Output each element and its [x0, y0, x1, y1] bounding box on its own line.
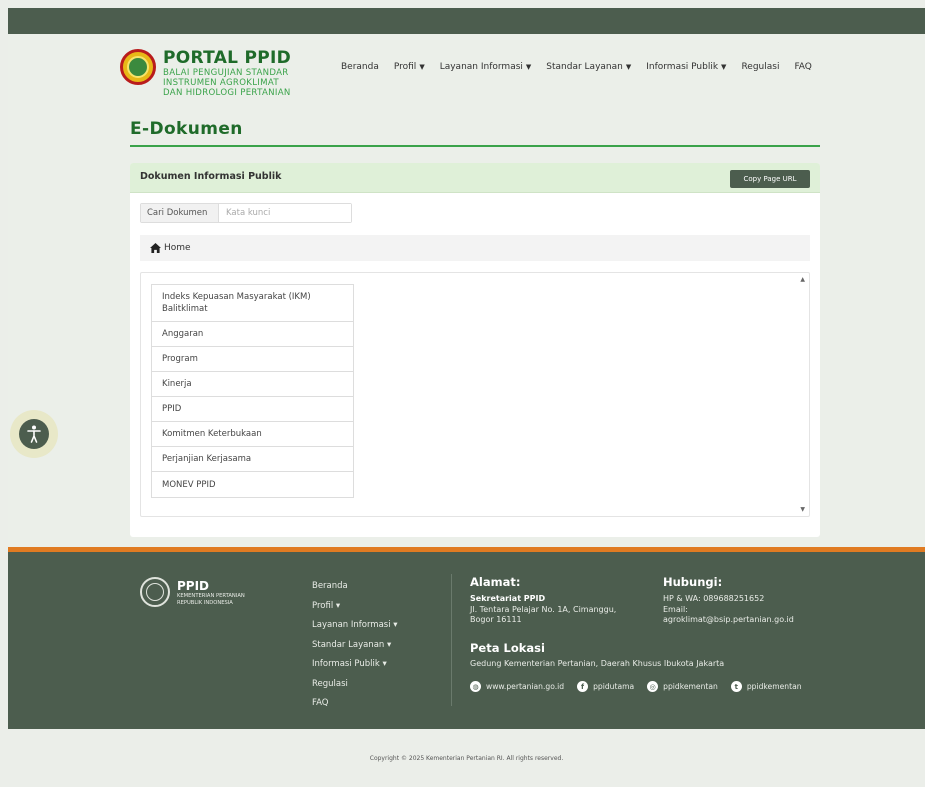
- folder-item-kinerja[interactable]: Kinerja: [152, 372, 353, 397]
- nav-item-layanan-informasi[interactable]: Layanan Informasi ▼: [440, 62, 532, 76]
- nav-label: Regulasi: [741, 62, 780, 72]
- scroll-down-arrow-icon[interactable]: ▼: [800, 506, 805, 513]
- search-input[interactable]: [219, 204, 351, 222]
- nav-label: Layanan Informasi: [439, 62, 523, 72]
- search-label: Cari Dokumen: [141, 204, 219, 222]
- social-link-facebook[interactable]: f ppidutama: [577, 681, 634, 692]
- logo-inner: [127, 56, 149, 78]
- page-title: E-Dokumen: [130, 119, 243, 139]
- document-folder-list: Indeks Kepuasan Masyarakat (IKM) Balitkl…: [151, 284, 354, 498]
- footer-nav-faq[interactable]: FAQ: [312, 694, 398, 714]
- footer-nav-layanan-informasi[interactable]: Layanan Informasi ▾: [312, 616, 398, 636]
- folder-item-ikm[interactable]: Indeks Kepuasan Masyarakat (IKM) Balitkl…: [152, 285, 353, 322]
- accessibility-inner: [19, 419, 49, 449]
- nav-item-faq[interactable]: FAQ: [794, 62, 811, 76]
- brand-sub-line-3: DAN HIDROLOGI PERTANIAN: [163, 88, 291, 98]
- alamat-org: Sekretariat PPID: [470, 594, 546, 603]
- peta-lokasi-heading: Peta Lokasi: [470, 641, 545, 655]
- facebook-icon: f: [577, 681, 589, 692]
- nav-item-standar-layanan[interactable]: Standar Layanan ▼: [546, 62, 631, 76]
- title-underline: [130, 145, 820, 147]
- footer-nav-standar-layanan[interactable]: Standar Layanan ▾: [312, 636, 398, 656]
- hubungi-email-label: Email:: [663, 604, 688, 614]
- document-card: Dokumen Informasi Publik Copy Page URL C…: [130, 163, 820, 537]
- card-title: Dokumen Informasi Publik: [140, 171, 282, 182]
- alamat-line-1: Jl. Tentara Pelajar No. 1A, Cimanggu,: [470, 604, 617, 614]
- footer-brand-sub-2: REPUBLIK INDONESIA: [177, 599, 233, 606]
- alamat-line-2: Bogor 16111: [470, 615, 522, 624]
- folder-item-program[interactable]: Program: [152, 347, 353, 372]
- footer-nav: Beranda Profil ▾ Layanan Informasi ▾ Sta…: [312, 577, 398, 714]
- site-footer: PPID KEMENTERIAN PERTANIAN REPUBLIK INDO…: [8, 552, 925, 729]
- social-link-twitter[interactable]: t ppidkementan: [730, 681, 802, 692]
- caret-down-icon: ▼: [419, 63, 425, 71]
- breadcrumb-home-link[interactable]: Home: [164, 243, 191, 253]
- nav-item-informasi-publik[interactable]: Informasi Publik ▼: [646, 62, 726, 76]
- nav-label: Beranda: [341, 62, 379, 72]
- footer-nav-regulasi[interactable]: Regulasi: [312, 675, 398, 695]
- nav-label: Standar Layanan: [546, 62, 623, 72]
- folder-item-monev-ppid[interactable]: MONEV PPID: [152, 472, 353, 497]
- brand-subtitle: BALAI PENGUJIAN STANDAR INSTRUMEN AGROKL…: [163, 68, 343, 98]
- social-label: www.pertanian.go.id: [486, 682, 565, 691]
- alamat-text: Sekretariat PPID Jl. Tentara Pelajar No.…: [470, 594, 616, 626]
- footer-nav-informasi-publik[interactable]: Informasi Publik ▾: [312, 655, 398, 675]
- hubungi-phone: HP & WA: 089688251652: [663, 594, 765, 603]
- brand-sub-line-1: BALAI PENGUJIAN STANDAR: [163, 68, 289, 78]
- globe-icon: ◍: [470, 681, 481, 692]
- copy-page-url-button[interactable]: Copy Page URL: [730, 170, 810, 188]
- hubungi-email[interactable]: agroklimat@bsip.pertanian.go.id: [663, 615, 794, 626]
- brand-title[interactable]: PORTAL PPID: [163, 48, 291, 68]
- footer-brand-subtitle: KEMENTERIAN PERTANIAN REPUBLIK INDONESIA: [177, 593, 277, 606]
- nav-label: FAQ: [794, 62, 812, 72]
- kementan-logo-icon[interactable]: [120, 49, 156, 85]
- nav-item-beranda[interactable]: Beranda: [341, 62, 379, 76]
- footer-nav-beranda[interactable]: Beranda: [312, 577, 398, 597]
- instagram-icon: ◎: [647, 681, 659, 692]
- accessibility-button[interactable]: [10, 410, 58, 458]
- accessibility-person-icon: [27, 425, 41, 443]
- footer-nav-profil[interactable]: Profil ▾: [312, 597, 398, 617]
- card-header: Dokumen Informasi Publik Copy Page URL: [130, 163, 820, 193]
- folder-item-ppid[interactable]: PPID: [152, 397, 353, 422]
- brand-sub-line-2: INSTRUMEN AGROKLIMAT: [163, 78, 279, 88]
- folder-item-anggaran[interactable]: Anggaran: [152, 322, 353, 347]
- copyright-text: Copyright © 2025 Kementerian Pertanian R…: [369, 754, 564, 762]
- main-nav: Beranda Profil ▼ Layanan Informasi ▼ Stand…: [341, 62, 812, 76]
- footer-divider: [451, 574, 452, 706]
- copyright-bar: Copyright © 2025 Kementerian Pertanian R…: [8, 729, 925, 787]
- nav-item-profil[interactable]: Profil ▼: [394, 62, 425, 76]
- hubungi-text: HP & WA: 089688251652 Email: agroklimat@…: [663, 594, 794, 626]
- folder-item-perjanjian-kerjasama[interactable]: Perjanjian Kerjasama: [152, 447, 353, 472]
- hubungi-heading: Hubungi:: [663, 575, 723, 589]
- folder-item-komitmen-keterbukaan[interactable]: Komitmen Keterbukaan: [152, 422, 353, 447]
- twitter-icon: t: [730, 681, 742, 692]
- social-links: ◍ www.pertanian.go.id f ppidutama ◎ ppidkem…: [470, 681, 815, 692]
- file-browser: ▲ Indeks Kepuasan Masyarakat (IKM) Balit…: [140, 272, 810, 517]
- nav-label: Informasi Publik: [646, 62, 719, 72]
- caret-down-icon: ▼: [721, 63, 727, 71]
- social-link-website[interactable]: ◍ www.pertanian.go.id: [470, 681, 564, 692]
- social-link-instagram[interactable]: ◎ ppidkementan: [647, 681, 718, 692]
- footer-logo-inner: [146, 583, 164, 601]
- social-label: ppidkementan: [663, 682, 718, 691]
- footer-brand: PPID: [177, 579, 210, 593]
- footer-kementan-logo-icon: [140, 577, 170, 607]
- caret-down-icon: ▼: [625, 63, 632, 71]
- document-search: Cari Dokumen: [140, 203, 352, 223]
- breadcrumb: Home: [140, 235, 810, 261]
- scroll-up-arrow-icon[interactable]: ▲: [800, 276, 805, 283]
- nav-label: Profil: [393, 62, 417, 72]
- peta-lokasi-text[interactable]: Gedung Kementerian Pertanian, Daerah Khu…: [470, 659, 724, 670]
- nav-item-regulasi[interactable]: Regulasi: [741, 62, 779, 76]
- caret-down-icon: ▼: [525, 63, 532, 71]
- social-label: ppidkementan: [746, 682, 802, 691]
- social-label: ppidutama: [593, 682, 635, 691]
- home-icon: [150, 243, 161, 253]
- top-bar: [8, 8, 925, 34]
- alamat-heading: Alamat:: [470, 575, 521, 589]
